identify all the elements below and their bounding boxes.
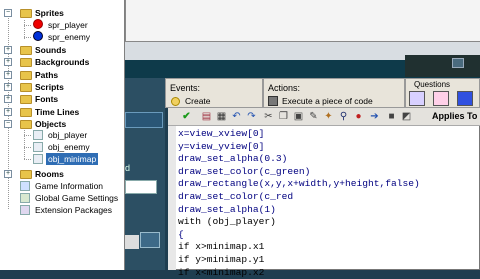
tree-item-extension-packages[interactable]: Extension Packages	[35, 204, 112, 216]
room-preview-area	[125, 0, 480, 42]
folder-icon	[20, 170, 32, 179]
expand-icon[interactable]: +	[4, 83, 12, 91]
events-label: Events:	[170, 83, 201, 93]
folder-icon	[20, 9, 32, 18]
code-line[interactable]: draw_rectangle(x,y,x+width,y+height,fals…	[178, 178, 420, 191]
questions-label: Questions	[414, 80, 451, 89]
properties-input[interactable]	[125, 180, 157, 194]
tree-line	[24, 135, 32, 136]
font-icon[interactable]: ◩	[400, 110, 413, 123]
code-line[interactable]: draw_set_color(c_green)	[178, 166, 420, 179]
tree-item-paths[interactable]: Paths	[35, 69, 58, 81]
expand-icon[interactable]: +	[4, 108, 12, 116]
tree-item-backgrounds[interactable]: Backgrounds	[35, 56, 89, 68]
wand-icon[interactable]: ✦	[322, 110, 335, 123]
print-icon[interactable]: ▦	[215, 110, 228, 123]
code-line[interactable]: if x<minimap.x2	[178, 267, 420, 279]
properties-tab[interactable]	[125, 112, 163, 128]
tree-line	[24, 159, 32, 160]
folder-icon	[20, 71, 32, 80]
expand-icon[interactable]: +	[4, 170, 12, 178]
info-icon	[20, 181, 30, 191]
tree-item-sounds[interactable]: Sounds	[35, 44, 66, 56]
search-icon[interactable]: ⚲	[337, 110, 350, 123]
tree-item-game-information[interactable]: Game Information	[35, 180, 103, 192]
expand-icon[interactable]: +	[4, 46, 12, 54]
code-line[interactable]: with (obj_player)	[178, 216, 420, 229]
object-icon	[33, 130, 43, 140]
goto-icon[interactable]: ➔	[368, 110, 381, 123]
expand-icon[interactable]: +	[4, 71, 12, 79]
object-icon	[33, 154, 43, 164]
code-line[interactable]: draw_set_alpha(1)	[178, 204, 420, 217]
tree-line	[24, 128, 25, 160]
expand-icon[interactable]: +	[4, 95, 12, 103]
paste-icon[interactable]: ▣	[292, 110, 305, 123]
tree-item-fonts[interactable]: Fonts	[35, 93, 58, 105]
properties-label: d	[125, 163, 131, 173]
color-icon[interactable]: ■	[385, 110, 398, 123]
tree-item-spr-enemy[interactable]: spr_enemy	[48, 31, 90, 43]
folder-icon	[20, 58, 32, 67]
extension-icon	[20, 205, 30, 215]
code-line[interactable]: draw_set_alpha(0.3)	[178, 153, 420, 166]
sprite-red-icon	[33, 19, 43, 29]
tree-item-time-lines[interactable]: Time Lines	[35, 106, 79, 118]
code-line[interactable]: y=view_yview[0]	[178, 141, 420, 154]
object-icon	[33, 142, 43, 152]
code-line[interactable]: draw_set_color(c_red	[178, 191, 420, 204]
cut-icon[interactable]: ✂	[262, 110, 275, 123]
question-icon[interactable]	[409, 91, 425, 106]
sprite-blue-icon	[33, 31, 43, 41]
tree-item-scripts[interactable]: Scripts	[35, 81, 64, 93]
close-button[interactable]	[452, 58, 464, 68]
tree-item-obj-player[interactable]: obj_player	[48, 129, 87, 141]
tree-item-rooms[interactable]: Rooms	[35, 168, 64, 180]
folder-icon	[20, 83, 32, 92]
expand-icon[interactable]: +	[4, 58, 12, 66]
stop-icon[interactable]: ●	[352, 110, 365, 123]
applies-to-label: Applies To	[432, 111, 478, 121]
folder-icon	[20, 46, 32, 55]
code-line[interactable]: x=view_xview[0]	[178, 128, 420, 141]
resource-tree: − Sprites spr_player spr_enemy + Sounds …	[0, 0, 125, 270]
code-line[interactable]: if y>minimap.y1	[178, 254, 420, 267]
code-text[interactable]: x=view_xview[0] y=view_yview[0] draw_set_a…	[178, 128, 420, 279]
folder-icon	[20, 120, 32, 129]
arrow-icon[interactable]	[433, 91, 449, 106]
collapse-icon[interactable]: −	[4, 9, 12, 17]
tree-item-global-game-settings[interactable]: Global Game Settings	[35, 192, 118, 204]
code-line[interactable]: {	[178, 229, 420, 242]
properties-button[interactable]	[140, 232, 160, 248]
tree-line	[24, 25, 32, 26]
tree-item-sprites[interactable]: Sprites	[35, 7, 64, 19]
tree-item-spr-player[interactable]: spr_player	[48, 19, 88, 31]
circle-icon[interactable]	[457, 91, 473, 106]
window-controls	[405, 55, 480, 77]
actions-label: Actions:	[268, 83, 301, 93]
action-execute-code[interactable]: Execute a piece of code	[268, 95, 373, 107]
load-icon[interactable]: ▤	[200, 110, 213, 123]
folder-icon	[20, 108, 32, 117]
properties-field[interactable]	[125, 235, 139, 249]
copy-icon[interactable]: ❐	[277, 110, 290, 123]
collapse-icon[interactable]: −	[4, 120, 12, 128]
event-create[interactable]: Create	[171, 95, 211, 107]
find-icon[interactable]: ✎	[307, 110, 320, 123]
settings-icon	[20, 193, 30, 203]
check-icon[interactable]: ✔	[180, 110, 193, 123]
folder-icon	[20, 95, 32, 104]
tree-item-obj-minimap[interactable]: obj_minimap	[46, 153, 99, 165]
tree-line	[24, 147, 32, 148]
redo-icon[interactable]: ↷	[245, 110, 258, 123]
code-line[interactable]: if x>minimap.x1	[178, 241, 420, 254]
editor-gutter	[168, 126, 176, 270]
undo-icon[interactable]: ↶	[230, 110, 243, 123]
tree-item-obj-enemy[interactable]: obj_enemy	[48, 141, 90, 153]
tree-line	[24, 37, 32, 38]
